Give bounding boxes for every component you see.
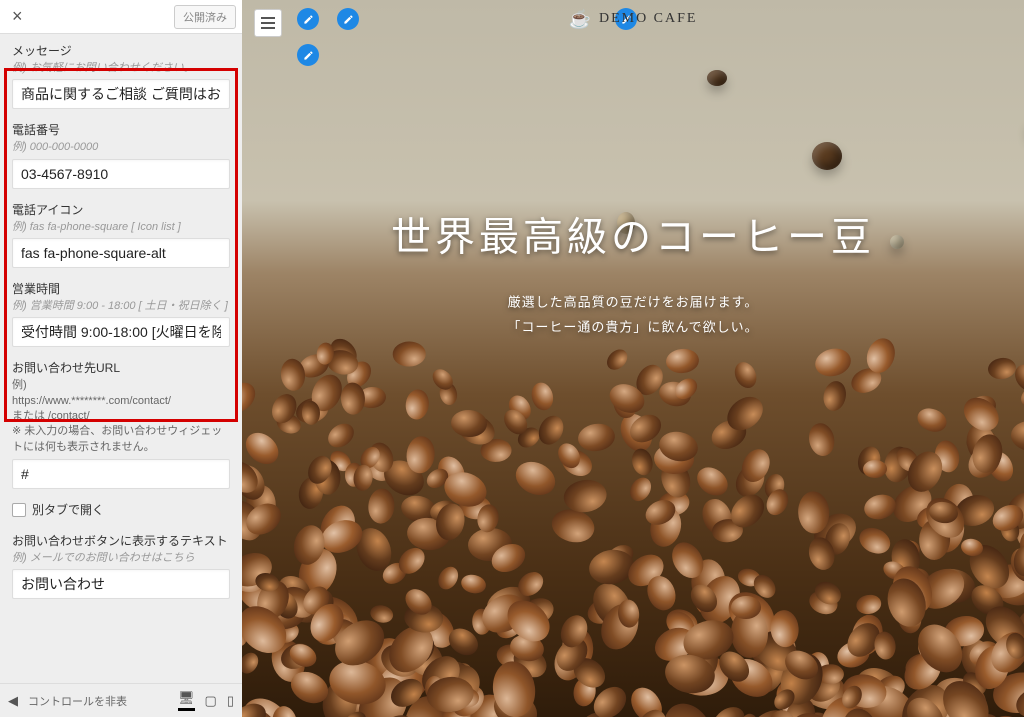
falling-bean	[707, 70, 727, 86]
live-preview: ☕ DEMO CAFE 世界最高級のコーヒー豆 厳選した高品質の豆だけをお届けま…	[242, 0, 1024, 717]
field-phone: 電話番号 例) 000-000-0000	[12, 121, 230, 188]
footer-hide-controls[interactable]: コントロールを非表	[28, 693, 127, 709]
coffee-bean-pile	[242, 297, 1024, 717]
label-phone: 電話番号	[12, 121, 230, 138]
hint-message: 例) お気軽にお問い合わせください。	[12, 61, 230, 75]
sidebar-topbar: × 公開済み	[0, 0, 242, 34]
hint-contact-url: 例) https://www.********.com/contact/ または…	[12, 378, 230, 455]
publish-status-button[interactable]: 公開済み	[174, 5, 236, 29]
device-desktop-icon[interactable]: 🖥	[178, 690, 195, 711]
edit-shortcut-button[interactable]	[337, 8, 359, 30]
hero-subtitle: 厳選した高品質の豆だけをお届けます。 「コーヒー通の貴方」に飲んで欲しい。	[281, 291, 985, 340]
hint-phone-icon: 例) fas fa-phone-square [ Icon list ]	[12, 220, 230, 234]
edit-shortcut-button[interactable]	[297, 44, 319, 66]
device-tablet-icon[interactable]: ▢	[205, 693, 217, 709]
input-phone-icon[interactable]	[12, 238, 230, 268]
field-phone-icon: 電話アイコン 例) fas fa-phone-square [ Icon lis…	[12, 201, 230, 268]
hero-section: 世界最高級のコーヒー豆 厳選した高品質の豆だけをお届けます。 「コーヒー通の貴方…	[281, 205, 985, 340]
field-button-text: お問い合わせボタンに表示するテキスト 例) メールでのお問い合わせはこちら	[12, 532, 230, 599]
sidebar-footer: ◀ コントロールを非表 🖥 ▢ ▯	[0, 683, 242, 717]
field-contact-url: お問い合わせ先URL 例) https://www.********.com/c…	[12, 359, 230, 489]
hint-phone: 例) 000-000-0000	[12, 140, 230, 154]
input-phone[interactable]	[12, 159, 230, 189]
hint-button-text: 例) メールでのお問い合わせはこちら	[12, 551, 230, 565]
input-contact-url[interactable]	[12, 459, 230, 489]
falling-bean	[812, 142, 842, 170]
collapse-icon[interactable]: ◀	[8, 693, 18, 709]
customizer-panel[interactable]: メッセージ 例) お気軽にお問い合わせください。 電話番号 例) 000-000…	[0, 34, 242, 683]
device-mobile-icon[interactable]: ▯	[227, 693, 234, 709]
hero-title: 世界最高級のコーヒー豆	[281, 205, 985, 263]
label-phone-icon: 電話アイコン	[12, 201, 230, 218]
customizer-sidebar: × 公開済み メッセージ 例) お気軽にお問い合わせください。 電話番号 例) …	[0, 0, 242, 717]
site-logo[interactable]: ☕ DEMO CAFE	[569, 10, 698, 28]
field-new-tab[interactable]: 別タブで開く	[12, 501, 230, 518]
edit-shortcut-button[interactable]	[297, 8, 319, 30]
label-message: メッセージ	[12, 42, 230, 59]
checkbox-new-tab[interactable]	[12, 503, 26, 517]
field-message: メッセージ 例) お気軽にお問い合わせください。	[12, 42, 230, 109]
coffee-cup-icon: ☕	[569, 10, 593, 28]
label-hours: 営業時間	[12, 280, 230, 297]
label-button-text: お問い合わせボタンに表示するテキスト	[12, 532, 230, 549]
label-new-tab: 別タブで開く	[32, 501, 104, 518]
input-message[interactable]	[12, 79, 230, 109]
site-title: DEMO CAFE	[599, 11, 698, 27]
label-contact-url: お問い合わせ先URL	[12, 359, 230, 376]
hint-hours: 例) 営業時間 9:00 - 18:00 [ 土日・祝日除く ]	[12, 299, 230, 313]
close-button[interactable]: ×	[6, 4, 29, 29]
field-hours: 営業時間 例) 営業時間 9:00 - 18:00 [ 土日・祝日除く ]	[12, 280, 230, 347]
input-hours[interactable]	[12, 317, 230, 347]
hamburger-menu-button[interactable]	[254, 9, 282, 37]
input-button-text[interactable]	[12, 569, 230, 599]
